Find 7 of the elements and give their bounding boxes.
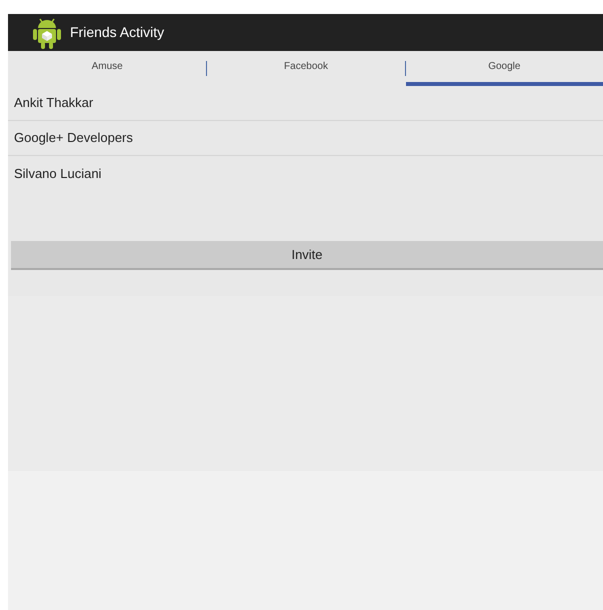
friend-item[interactable]: Ankit Thakkar <box>8 86 603 121</box>
friend-item[interactable]: Google+ Developers <box>8 121 603 156</box>
window-title: Friends Activity <box>70 23 164 42</box>
tab[interactable]: Facebook <box>207 51 405 86</box>
tab[interactable]: Amuse <box>8 51 206 86</box>
friend-item[interactable]: Silvano Luciani <box>8 156 603 191</box>
invite-button[interactable]: Invite <box>11 241 603 270</box>
